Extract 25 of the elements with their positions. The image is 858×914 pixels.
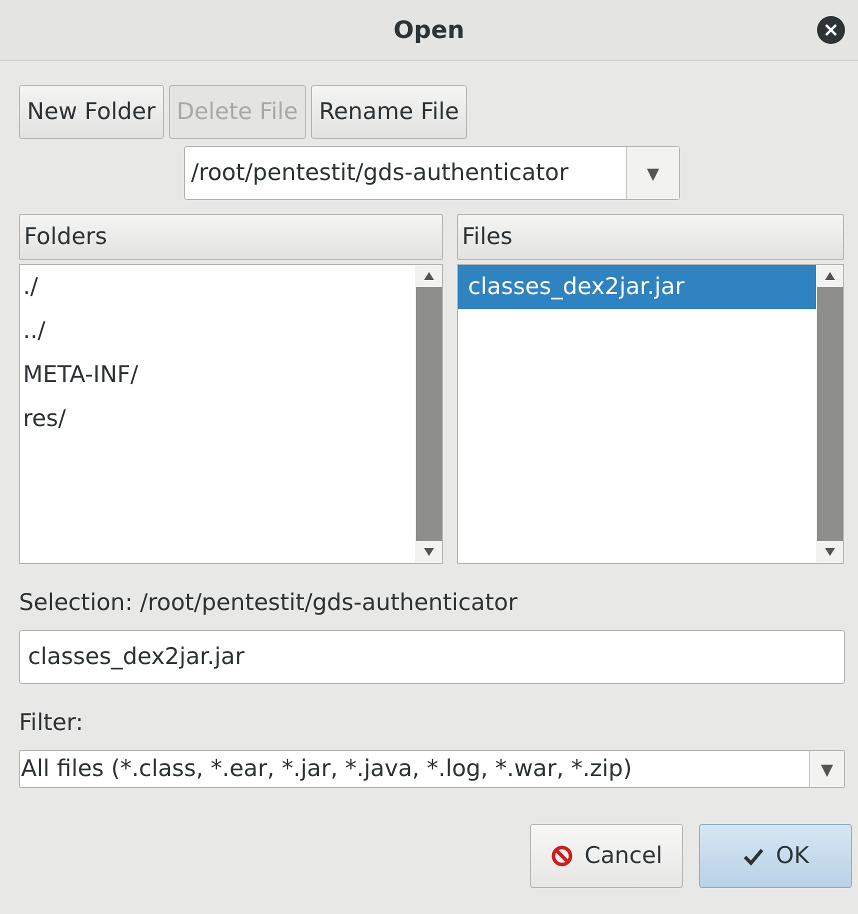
list-item[interactable]: ./ xyxy=(20,265,415,309)
list-item[interactable]: classes_dex2jar.jar xyxy=(458,265,816,309)
list-item[interactable]: res/ xyxy=(20,397,415,441)
list-item[interactable]: META-INF/ xyxy=(20,353,415,397)
selection-field[interactable]: classes_dex2jar.jar xyxy=(19,630,845,684)
filter-label: Filter: xyxy=(19,710,84,736)
window-title: Open xyxy=(394,16,464,44)
scroll-up-icon[interactable] xyxy=(824,271,836,281)
cancel-button[interactable]: Cancel xyxy=(530,824,683,888)
toolbar-button[interactable]: New Folder xyxy=(19,85,164,139)
scroll-down-icon[interactable] xyxy=(824,547,836,557)
close-icon[interactable] xyxy=(816,15,846,45)
toolbar-button[interactable]: Rename File xyxy=(310,85,468,139)
ok-button[interactable]: OK xyxy=(699,824,852,888)
scroll-up-icon[interactable] xyxy=(422,271,434,281)
path-dropdown[interactable]: /root/pentestit/gds-authenticator ▼ xyxy=(184,146,680,200)
scrollbar[interactable] xyxy=(816,265,843,563)
column-header[interactable]: Files xyxy=(457,214,844,260)
column-header[interactable]: Folders xyxy=(19,214,443,260)
list-item[interactable]: ../ xyxy=(20,309,415,353)
filter-dropdown[interactable]: All files (*.class, *.ear, *.jar, *.java, *.log, *.war, *.zip) ▼ xyxy=(19,750,845,788)
scrollbar[interactable] xyxy=(415,265,442,563)
selection-label: Selection: /root/pentestit/gds-authenticator xyxy=(19,590,518,616)
scroll-down-icon[interactable] xyxy=(422,547,434,557)
cancel-icon xyxy=(550,845,573,867)
